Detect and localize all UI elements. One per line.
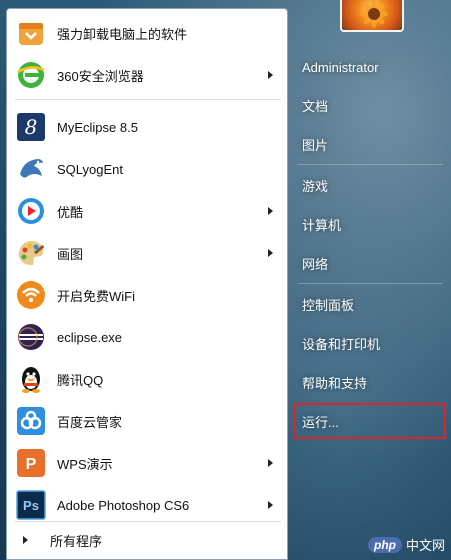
program-item-sqlyog[interactable]: SQLyogEnt — [11, 149, 283, 189]
program-item-qq[interactable]: 腾讯QQ — [11, 359, 283, 399]
all-programs-button[interactable]: 所有程序 — [11, 525, 283, 555]
program-item-uninstaller[interactable]: 强力卸载电脑上的软件 — [11, 13, 283, 53]
program-item-paint[interactable]: 画图 — [11, 233, 283, 273]
360-browser-icon — [15, 59, 47, 91]
program-item-baidu-cloud[interactable]: 百度云管家 — [11, 401, 283, 441]
program-label: 强力卸载电脑上的软件 — [57, 26, 188, 42]
pictures-link[interactable]: 图片 — [294, 129, 444, 159]
run-highlight-box — [294, 403, 446, 439]
control-panel-link[interactable]: 控制面板 — [294, 289, 444, 319]
submenu-arrow-icon[interactable] — [268, 459, 273, 467]
games-link[interactable]: 游戏 — [294, 170, 444, 200]
baidu-cloud-icon — [15, 405, 47, 437]
watermark-text: 中文网 — [405, 538, 445, 553]
program-item-myeclipse[interactable]: 8 MyEclipse 8.5 — [11, 107, 283, 147]
program-label: MyEclipse 8.5 — [57, 119, 138, 135]
svg-text:8: 8 — [25, 115, 38, 139]
wifi-icon — [15, 279, 47, 311]
sqlyog-dolphin-icon — [15, 153, 47, 185]
program-label: eclipse.exe — [57, 329, 123, 345]
separator — [298, 283, 443, 284]
program-item-free-wifi[interactable]: 开启免费WiFi — [11, 275, 283, 315]
start-menu-programs-panel: 强力卸载电脑上的软件 360安全浏览器 8 MyEclipse 8.5 SQLy… — [6, 8, 288, 560]
submenu-arrow-icon[interactable] — [268, 501, 273, 509]
submenu-arrow-icon[interactable] — [268, 207, 273, 215]
program-label: 优酷 — [57, 204, 84, 220]
program-item-360-browser[interactable]: 360安全浏览器 — [11, 55, 283, 95]
svg-text:Ps: Ps — [23, 498, 39, 513]
separator — [15, 521, 281, 522]
myeclipse-icon: 8 — [15, 111, 47, 143]
program-item-wps[interactable]: P WPS演示 — [11, 443, 283, 483]
expand-triangle-icon — [23, 536, 28, 544]
program-label: 开启免费WiFi — [57, 288, 135, 304]
program-label: WPS演示 — [57, 456, 113, 472]
php-badge: php — [367, 536, 402, 553]
program-label: 360安全浏览器 — [57, 68, 144, 84]
separator — [298, 164, 443, 165]
eclipse-icon — [15, 321, 47, 353]
program-item-eclipse[interactable]: eclipse.exe — [11, 317, 283, 357]
qq-penguin-icon — [15, 363, 47, 395]
program-item-youku[interactable]: 优酷 — [11, 191, 283, 231]
uninstaller-icon — [15, 17, 47, 49]
svg-text:P: P — [26, 456, 37, 473]
wps-presentation-icon: P — [15, 447, 47, 479]
program-label: 画图 — [57, 246, 84, 262]
separator — [15, 99, 281, 100]
devices-printers-link[interactable]: 设备和打印机 — [294, 328, 444, 358]
program-label: 腾讯QQ — [57, 372, 104, 388]
photoshop-icon: Ps — [15, 489, 47, 521]
site-watermark: php 中文网 — [367, 535, 445, 554]
submenu-arrow-icon[interactable] — [268, 71, 273, 79]
paint-palette-icon — [15, 237, 47, 269]
documents-link[interactable]: 文档 — [294, 90, 444, 120]
submenu-arrow-icon[interactable] — [268, 249, 273, 257]
all-programs-label: 所有程序 — [50, 533, 103, 549]
help-support-link[interactable]: 帮助和支持 — [294, 367, 444, 397]
program-label: 百度云管家 — [57, 414, 123, 430]
youku-icon — [15, 195, 47, 227]
network-link[interactable]: 网络 — [294, 248, 444, 278]
program-label: Adobe Photoshop CS6 — [57, 497, 190, 513]
user-avatar[interactable] — [340, 0, 404, 32]
user-name-link[interactable]: Administrator — [294, 52, 444, 82]
program-item-photoshop[interactable]: Ps Adobe Photoshop CS6 — [11, 485, 283, 525]
program-label: SQLyogEnt — [57, 161, 124, 177]
computer-link[interactable]: 计算机 — [294, 209, 444, 239]
